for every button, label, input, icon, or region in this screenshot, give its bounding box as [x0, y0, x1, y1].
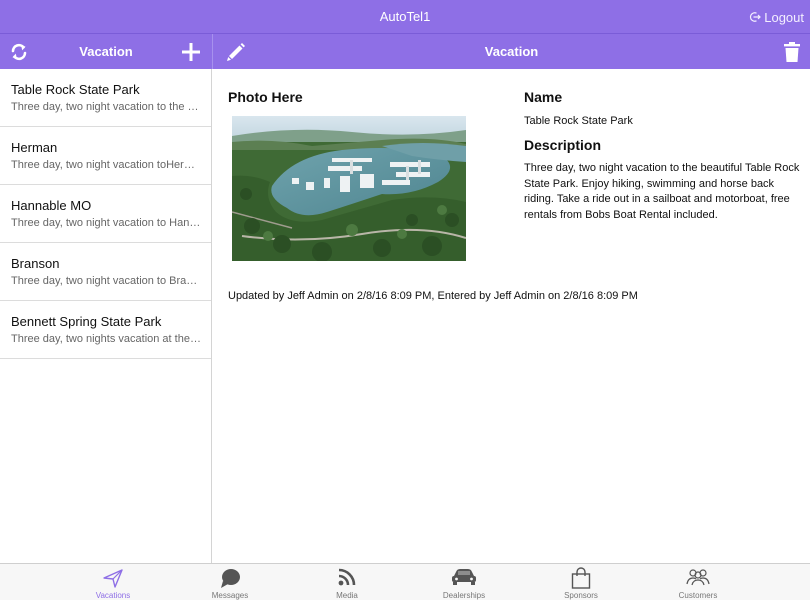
chat-bubble-icon — [221, 569, 240, 588]
logout-label: Logout — [764, 9, 804, 25]
plus-icon — [182, 42, 200, 61]
vacation-detail: Photo Here Name Table Rock State Park De… — [213, 69, 810, 563]
tab-label: Customers — [678, 591, 718, 600]
tab-media[interactable]: Media — [297, 564, 397, 600]
list-item-title: Table Rock State Park — [11, 82, 140, 97]
logout-button[interactable]: Logout — [749, 0, 804, 34]
list-item-subtitle: Three day, two night vacation toHerman M… — [11, 159, 201, 171]
paper-plane-icon — [103, 569, 123, 588]
shopping-bag-icon — [571, 567, 591, 589]
people-icon — [686, 569, 710, 586]
list-item-subtitle: Three day, two nights vacation at the Be… — [11, 333, 201, 345]
list-item-subtitle: Three day, two night vacation to the bea… — [11, 101, 201, 113]
name-value: Table Rock State Park — [524, 115, 633, 127]
tab-label: Sponsors — [564, 591, 598, 600]
delete-button[interactable] — [779, 34, 805, 69]
rss-icon — [338, 568, 356, 586]
list-item-title: Herman — [11, 140, 58, 155]
audit-info: Updated by Jeff Admin on 2/8/16 8:09 PM,… — [228, 290, 638, 302]
app-title-bar: AutoTel1 Logout — [0, 0, 810, 34]
tab-dealerships[interactable]: Dealerships — [414, 564, 514, 600]
tab-sponsors[interactable]: Sponsors — [531, 564, 631, 600]
list-item-title: Bennett Spring State Park — [11, 314, 162, 329]
list-item-title: Hannable MO — [11, 198, 92, 213]
list-item-subtitle: Three day, two night vacation to Hannabl… — [11, 217, 201, 229]
bottom-tab-bar: Vacations Messages Media Dealerships Spo… — [0, 563, 810, 600]
vacation-list: Table Rock State Park Three day, two nig… — [0, 69, 212, 563]
list-item-subtitle: Three day, two night vacation to Branson… — [11, 275, 201, 287]
tab-label: Dealerships — [442, 591, 486, 600]
list-item-hannable[interactable]: Hannable MO Three day, two night vacatio… — [0, 185, 211, 243]
list-item-table-rock[interactable]: Table Rock State Park Three day, two nig… — [0, 69, 211, 127]
tab-label: Messages — [211, 591, 249, 600]
list-item-title: Branson — [11, 256, 60, 271]
tab-messages[interactable]: Messages — [180, 564, 280, 600]
name-heading: Name — [524, 89, 563, 105]
list-header: Vacation — [0, 34, 212, 69]
trash-icon — [784, 41, 800, 62]
description-heading: Description — [524, 137, 602, 153]
app-title: AutoTel1 — [379, 9, 431, 24]
detail-header: Vacation — [213, 34, 810, 69]
tab-label: Media — [336, 591, 358, 600]
logout-icon — [750, 12, 762, 22]
photo-heading: Photo Here — [228, 89, 303, 105]
detail-header-title: Vacation — [484, 44, 539, 59]
tab-label: Vacations — [95, 591, 131, 600]
car-icon — [452, 569, 476, 585]
tab-customers[interactable]: Customers — [648, 564, 748, 600]
list-item-herman[interactable]: Herman Three day, two night vacation toH… — [0, 127, 211, 185]
add-vacation-button[interactable] — [178, 34, 204, 69]
tab-vacations[interactable]: Vacations — [63, 564, 163, 600]
list-item-bennett-spring[interactable]: Bennett Spring State Park Three day, two… — [0, 301, 211, 359]
description-value: Three day, two night vacation to the bea… — [524, 162, 800, 221]
vacation-photo — [232, 116, 466, 261]
list-item-branson[interactable]: Branson Three day, two night vacation to… — [0, 243, 211, 301]
